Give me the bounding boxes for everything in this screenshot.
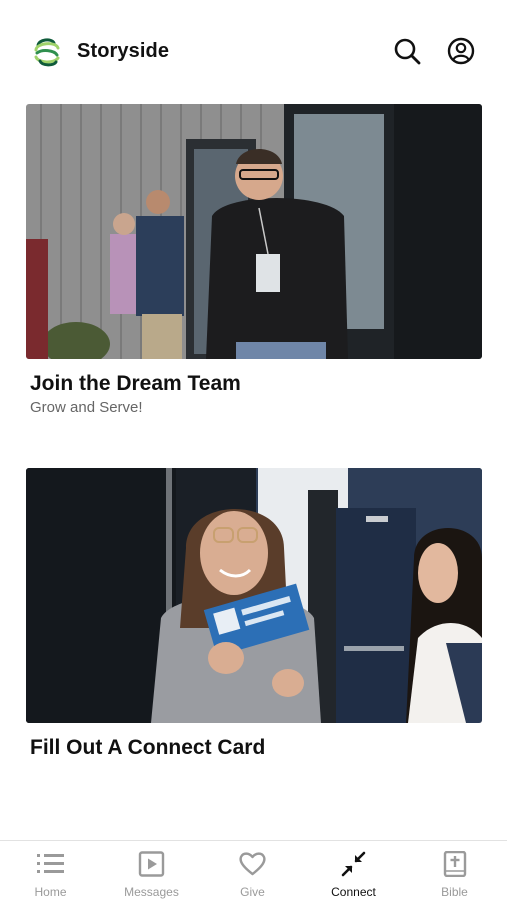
play-icon — [137, 851, 166, 877]
search-icon[interactable] — [392, 36, 422, 66]
volunteer-photo — [26, 104, 482, 359]
app-title: Storyside — [77, 40, 170, 62]
tab-home[interactable]: Home — [0, 841, 101, 900]
tab-label: Messages — [124, 885, 179, 899]
tab-label: Bible — [441, 885, 468, 899]
card-subtitle: Grow and Serve! — [30, 399, 143, 416]
tab-messages[interactable]: Messages — [101, 841, 202, 900]
app-header: Storyside — [0, 0, 507, 100]
tab-connect[interactable]: Connect — [303, 841, 404, 900]
tab-give[interactable]: Give — [202, 841, 303, 900]
list-icon — [36, 851, 65, 877]
bible-icon — [440, 850, 469, 878]
connect-card-card[interactable]: Fill Out A Connect Card — [26, 468, 482, 760]
dream-team-card[interactable]: Join the Dream Team Grow and Serve! — [26, 104, 482, 416]
tab-label: Home — [34, 885, 67, 899]
storyside-logo[interactable] — [32, 36, 62, 68]
account-icon[interactable] — [446, 36, 476, 66]
bottom-tab-bar: Home Messages Give Connect Bible — [0, 840, 507, 900]
tab-bible[interactable]: Bible — [404, 841, 505, 900]
connect-card-photo — [26, 468, 482, 723]
tab-label: Give — [240, 885, 265, 899]
tab-label: Connect — [331, 885, 376, 899]
card-title: Join the Dream Team — [30, 372, 241, 395]
card-title: Fill Out A Connect Card — [30, 736, 266, 759]
connect-arrows-icon — [339, 851, 368, 877]
heart-icon — [238, 851, 267, 877]
